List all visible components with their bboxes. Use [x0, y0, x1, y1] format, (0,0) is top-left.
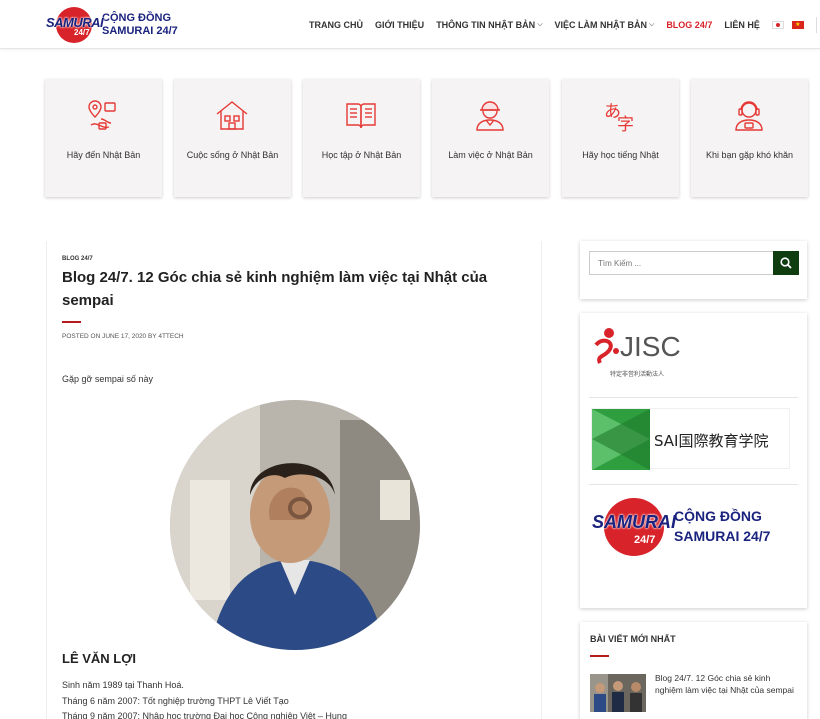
article-category-link[interactable]: BLOG 24/7 [62, 256, 93, 262]
samurai-logo-icon: SAMURAI 24/7 [592, 496, 676, 558]
recent-posts-title: BÀI VIẾT MỚI NHẤT [590, 634, 676, 644]
category-label: Khi bạn gặp khó khăn [705, 150, 794, 160]
main-nav: TRANG CHỦ GIỚI THIỆU THÔNG TIN NHẬT BẢN ⌵… [309, 0, 820, 49]
partner-logos-widget: JISC 特定非営利活動法人 SAI国際教育学院 SAMURAI 24/7 CỘ… [580, 313, 807, 608]
sempai-photo [170, 400, 420, 650]
logo-divider [589, 484, 798, 485]
nav-item-contact[interactable]: LIÊN HỆ [724, 20, 760, 30]
search-button[interactable] [773, 251, 799, 275]
logo-number: 24/7 [74, 28, 90, 37]
logo-divider [589, 397, 798, 398]
site-logo[interactable]: SAMURAI 24/7 CỘNG ĐỒNG SAMURAI 24/7 [46, 6, 178, 44]
title-divider [590, 655, 609, 657]
article-meta: POSTED ON JUNE 17, 2020 BY 4TTECH [62, 333, 184, 340]
logo-text: CỘNG ĐỒNG SAMURAI 24/7 [674, 508, 771, 544]
nav-item-home[interactable]: TRANG CHỦ [309, 20, 363, 30]
nav-item-blog[interactable]: BLOG 24/7 [666, 20, 712, 30]
jisc-name: JISC [620, 331, 681, 362]
svg-text:字: 字 [617, 115, 634, 133]
category-card-life-in-japan[interactable]: Cuộc sống ở Nhật Bản [174, 79, 291, 197]
book-icon [346, 103, 376, 129]
category-card-come-to-japan[interactable]: Hãy đến Nhật Bản [45, 79, 162, 197]
category-card-learn-japanese[interactable]: あ 字 Hãy học tiếng Nhật [562, 79, 679, 197]
search-icon [780, 257, 792, 269]
recent-post-thumbnail[interactable] [590, 674, 646, 712]
sai-name: SAI国際教育学院 [654, 432, 769, 450]
kana-icon: あ 字 [604, 102, 634, 133]
search-input[interactable] [589, 251, 774, 275]
nav-item-about[interactable]: GIỚI THIỆU [375, 20, 424, 30]
nav-item-japan-info[interactable]: THÔNG TIN NHẬT BẢN ⌵ [436, 20, 542, 30]
category-label: Cuộc sống ở Nhật Bản [186, 150, 279, 160]
nav-item-japan-jobs[interactable]: VIỆC LÀM NHẬT BẢN ⌵ [555, 20, 655, 30]
chevron-down-icon: ⌵ [537, 20, 543, 28]
samurai-community-logo[interactable]: SAMURAI 24/7 CỘNG ĐỒNG SAMURAI 24/7 [592, 496, 792, 558]
article-title: Blog 24/7. 12 Góc chia sẻ kinh nghiệm là… [62, 269, 488, 309]
category-card-difficulties[interactable]: Khi bạn gặp khó khăn [691, 79, 808, 197]
jisc-emblem-icon [594, 328, 619, 364]
worker-icon [476, 101, 504, 131]
article: BLOG 24/7 Blog 24/7. 12 Góc chia sẻ kinh… [46, 241, 542, 719]
sai-emblem-icon [592, 409, 650, 470]
support-agent-icon [735, 101, 763, 131]
logo-number: 24/7 [634, 534, 656, 546]
sai-logo[interactable]: SAI国際教育学院 [591, 408, 790, 470]
logo-text: CỘNG ĐỒNG SAMURAI 24/7 [102, 12, 178, 38]
article-intro: Gặp gỡ sempai số này [62, 374, 153, 384]
recent-post-link[interactable]: Blog 24/7. 12 Góc chia sẻ kinh nghiệm là… [655, 672, 795, 696]
vietnam-flag-icon[interactable]: ★ [791, 20, 804, 29]
category-label: Học tập ở Nhật Bản [321, 150, 402, 160]
logo-line-2: SAMURAI 24/7 [102, 25, 178, 37]
category-card-study-in-japan[interactable]: Học tập ở Nhật Bản [303, 79, 420, 197]
sempai-name: LÊ VĂN LỢI [62, 651, 136, 666]
samurai-logo-icon: SAMURAI 24/7 [46, 6, 104, 44]
title-divider [62, 321, 81, 323]
logo-line-1: CỘNG ĐỒNG [102, 12, 172, 24]
category-card-work-in-japan[interactable]: Làm việc ở Nhật Bản [432, 79, 549, 197]
sempai-bio: Sinh năm 1989 tại Thanh Hoá. Tháng 6 năm… [62, 680, 347, 719]
chevron-down-icon: ⌵ [649, 20, 655, 28]
category-label: Làm việc ở Nhật Bản [448, 150, 533, 160]
jisc-logo[interactable]: JISC 特定非営利活動法人 [592, 327, 702, 379]
logo-word: SAMURAI [592, 512, 676, 532]
nav-divider [815, 16, 817, 33]
site-header: SAMURAI 24/7 CỘNG ĐỒNG SAMURAI 24/7 TRAN… [0, 0, 820, 49]
sidebar-search-widget [580, 241, 807, 299]
category-label: Hãy đến Nhật Bản [66, 150, 141, 160]
japan-flag-icon[interactable] [771, 20, 784, 29]
recent-posts-widget: BÀI VIẾT MỚI NHẤT Blog 24/7. 12 Góc chia… [580, 622, 807, 719]
house-icon [216, 101, 248, 130]
map-pin-icon [88, 100, 116, 130]
jisc-subtitle: 特定非営利活動法人 [610, 371, 665, 378]
category-label: Hãy học tiếng Nhật [582, 150, 659, 160]
